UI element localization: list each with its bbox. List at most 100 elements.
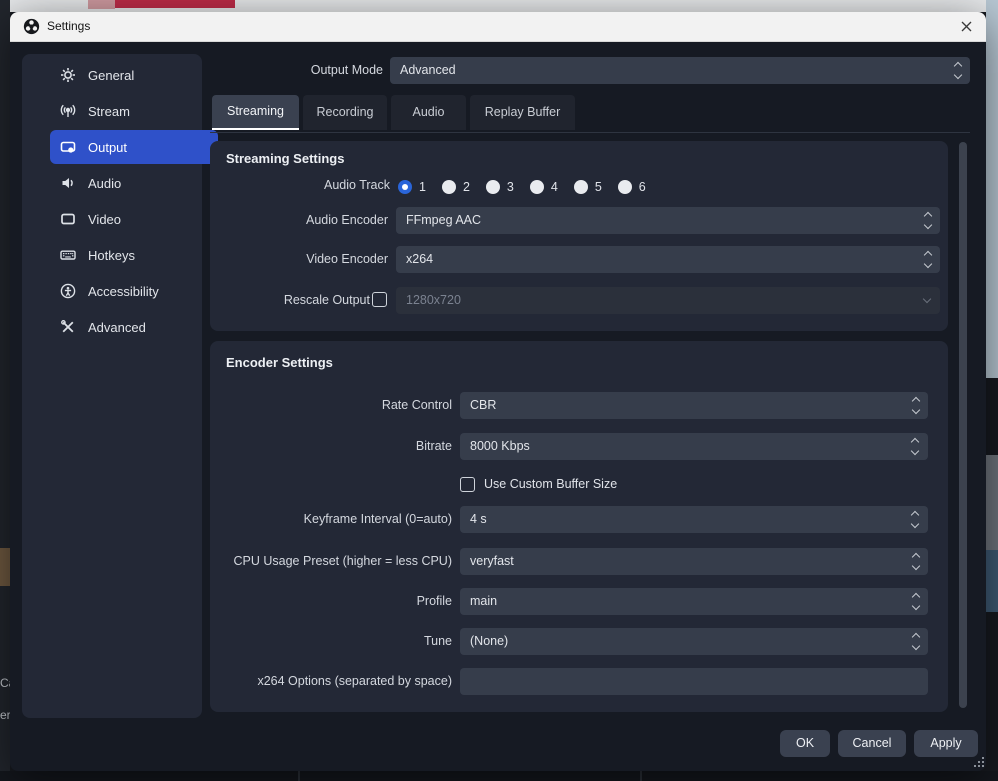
sidebar-item-hotkeys[interactable]: Hotkeys — [50, 238, 218, 272]
keyframe-interval-stepper[interactable]: 4 s — [460, 506, 928, 533]
rescale-output-select: 1280x720 — [396, 287, 940, 314]
background-divider — [298, 771, 300, 781]
tab-audio[interactable]: Audio — [391, 95, 466, 130]
tab-label: Streaming — [227, 104, 284, 118]
x264-options-label: x264 Options (separated by space) — [210, 668, 452, 695]
audio-track-option-3[interactable]: 3 — [486, 180, 514, 194]
cancel-button[interactable]: Cancel — [838, 730, 906, 757]
chevron-down-icon[interactable] — [912, 521, 918, 527]
tabs-separator — [210, 132, 970, 133]
chevron-up-down-icon — [913, 554, 919, 569]
tab-label: Recording — [317, 105, 374, 119]
radio-icon — [530, 180, 544, 194]
apply-button[interactable]: Apply — [914, 730, 978, 757]
cpu-usage-preset-label: CPU Usage Preset (higher = less CPU) — [210, 548, 452, 575]
rate-control-select[interactable]: CBR — [460, 392, 928, 419]
chevron-up-down-icon — [925, 252, 931, 267]
desktop-left-image-fragment — [0, 548, 10, 586]
sidebar-item-label: Audio — [88, 176, 121, 191]
audio-track-option-2[interactable]: 2 — [442, 180, 470, 194]
output-mode-value: Advanced — [400, 63, 456, 77]
desktop-left-strip — [0, 0, 10, 781]
radio-icon — [442, 180, 456, 194]
sidebar-item-video[interactable]: Video — [50, 202, 218, 236]
background-text-fragment: Ca — [0, 676, 10, 690]
tune-select[interactable]: (None) — [460, 628, 928, 655]
keyframe-interval-label: Keyframe Interval (0=auto) — [210, 506, 452, 533]
sidebar-item-accessibility[interactable]: Accessibility — [50, 274, 218, 308]
close-icon[interactable] — [954, 15, 978, 39]
sidebar-item-label: Hotkeys — [88, 248, 135, 263]
sidebar-item-audio[interactable]: Audio — [50, 166, 218, 200]
chevron-up-icon[interactable] — [912, 512, 918, 518]
output-mode-select[interactable]: Advanced — [390, 57, 970, 84]
use-custom-buffer-size-checkbox[interactable] — [460, 477, 475, 492]
sidebar-item-advanced[interactable]: Advanced — [50, 310, 218, 344]
obs-logo-icon — [23, 18, 40, 35]
desktop-right-gray-fragment — [986, 455, 998, 550]
chevron-up-down-icon — [913, 594, 919, 609]
radio-label: 4 — [551, 180, 558, 194]
tools-icon — [60, 319, 76, 335]
sidebar-item-general[interactable]: General — [50, 58, 218, 92]
encoder-settings-title: Encoder Settings — [226, 355, 333, 370]
audio-track-option-6[interactable]: 6 — [618, 180, 646, 194]
radio-selected-icon — [398, 180, 412, 194]
audio-track-option-1[interactable]: 1 — [398, 180, 426, 194]
keyframe-interval-value: 4 s — [470, 512, 487, 526]
monitor-icon — [60, 211, 76, 227]
sidebar-item-label: Accessibility — [88, 284, 159, 299]
rescale-output-label: Rescale Output — [210, 287, 370, 314]
audio-track-option-5[interactable]: 5 — [574, 180, 602, 194]
sidebar-item-label: Stream — [88, 104, 130, 119]
audio-encoder-select[interactable]: FFmpeg AAC — [396, 207, 940, 234]
audio-encoder-value: FFmpeg AAC — [406, 213, 481, 227]
video-encoder-label: Video Encoder — [210, 246, 388, 273]
chevron-down-icon[interactable] — [912, 448, 918, 454]
radio-label: 2 — [463, 180, 470, 194]
tab-streaming[interactable]: Streaming — [212, 95, 299, 130]
vertical-scrollbar[interactable] — [959, 142, 967, 708]
rescale-output-checkbox[interactable] — [372, 292, 387, 307]
audio-track-option-4[interactable]: 4 — [530, 180, 558, 194]
sidebar-item-output[interactable]: Output — [50, 130, 218, 164]
audio-track-label: Audio Track — [210, 175, 390, 195]
gear-icon — [60, 67, 76, 83]
resize-grip-icon[interactable] — [972, 756, 985, 774]
ok-button[interactable]: OK — [780, 730, 830, 757]
video-encoder-select[interactable]: x264 — [396, 246, 940, 273]
sidebar-item-label: Output — [88, 140, 127, 155]
bitrate-label: Bitrate — [210, 433, 452, 460]
audio-encoder-label: Audio Encoder — [210, 207, 388, 234]
desktop-right-blue-fragment — [986, 550, 998, 612]
chevron-down-icon — [924, 296, 930, 302]
x264-options-input[interactable] — [460, 668, 928, 695]
chevron-up-down-icon — [925, 213, 931, 228]
radio-icon — [574, 180, 588, 194]
titlebar[interactable]: Settings — [10, 12, 986, 42]
radio-label: 3 — [507, 180, 514, 194]
profile-value: main — [470, 594, 497, 608]
sidebar-item-stream[interactable]: Stream — [50, 94, 218, 128]
radio-icon — [486, 180, 500, 194]
tab-recording[interactable]: Recording — [303, 95, 387, 130]
desktop-top-red-bar-fragment — [115, 0, 235, 8]
sidebar-item-label: General — [88, 68, 134, 83]
chevron-up-down-icon — [913, 398, 919, 413]
tab-label: Replay Buffer — [485, 105, 561, 119]
chevron-up-icon[interactable] — [912, 439, 918, 445]
radio-label: 6 — [639, 180, 646, 194]
keyboard-icon — [60, 247, 76, 263]
desktop-right-strip — [986, 0, 998, 378]
tune-value: (None) — [470, 634, 508, 648]
output-mode-label: Output Mode — [270, 57, 383, 84]
chevron-up-down-icon — [913, 634, 919, 649]
profile-select[interactable]: main — [460, 588, 928, 615]
rescale-output-value: 1280x720 — [406, 293, 461, 307]
desktop-top-pink-fragment — [88, 0, 115, 9]
radio-label: 1 — [419, 180, 426, 194]
tab-replay-buffer[interactable]: Replay Buffer — [470, 95, 575, 130]
window-title: Settings — [47, 12, 90, 41]
bitrate-stepper[interactable]: 8000 Kbps — [460, 433, 928, 460]
cpu-usage-preset-select[interactable]: veryfast — [460, 548, 928, 575]
